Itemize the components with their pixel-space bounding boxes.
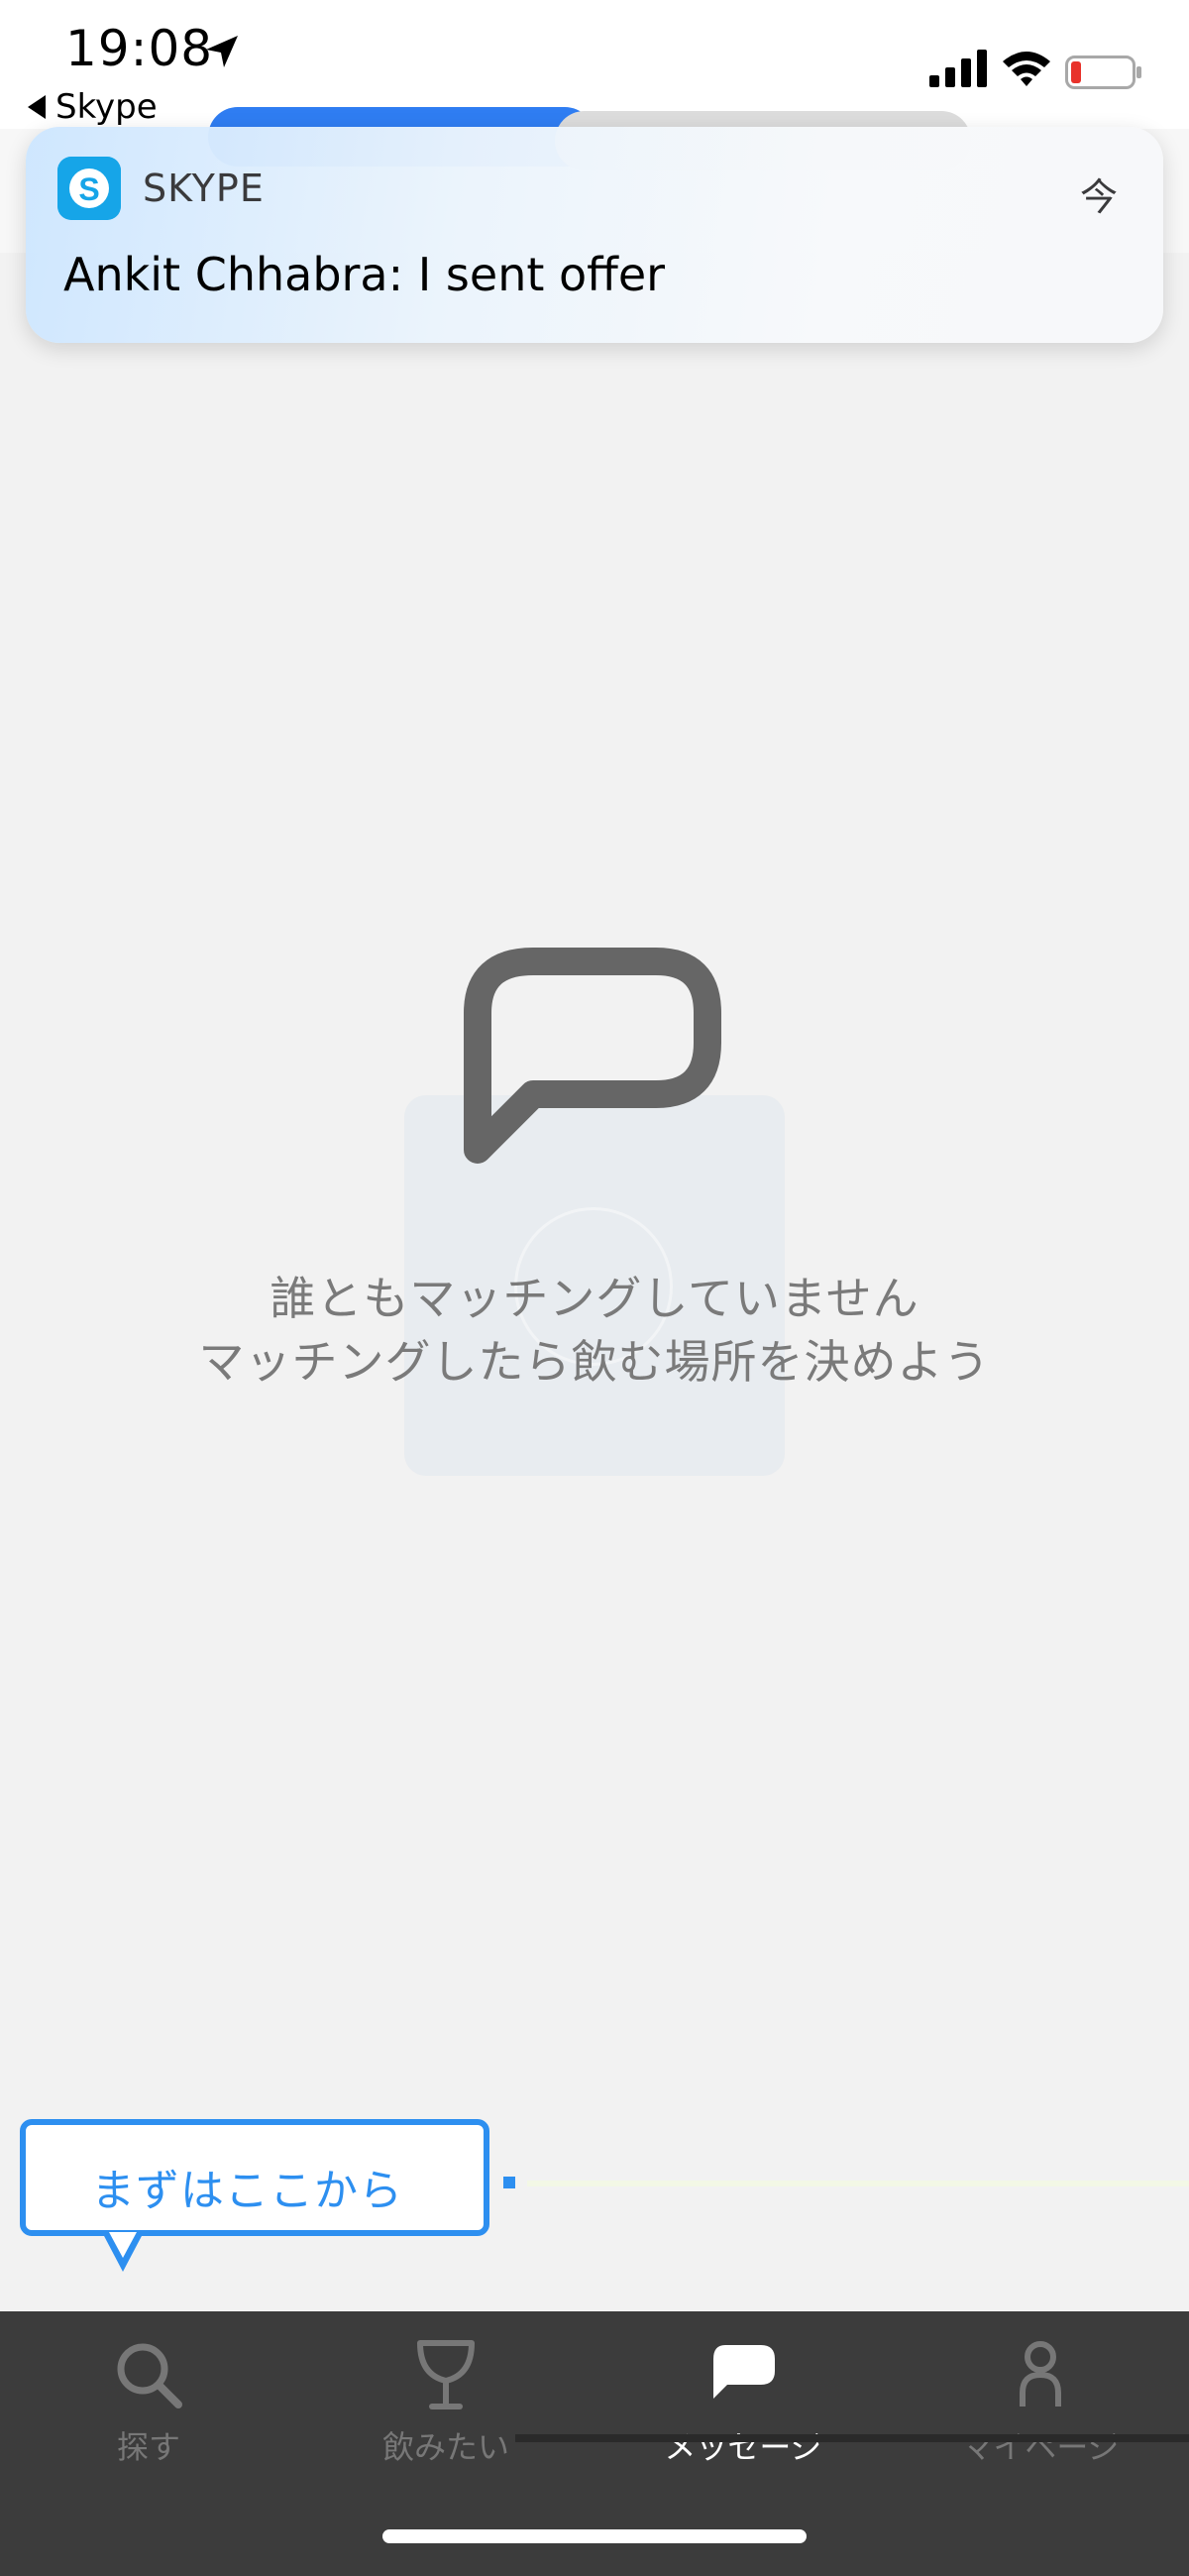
empty-state-subtitle: マッチングしたら飲む場所を決めよう [198,1335,991,1389]
cocktail-glass-icon [417,2340,475,2409]
chat-bubble-icon [464,948,721,1164]
back-triangle-icon [28,95,46,119]
guide-line [527,2181,1189,2186]
tab-label: マイページ [961,2428,1120,2466]
search-icon [117,2343,182,2408]
onboarding-tooltip[interactable]: まずはここから [20,2119,489,2236]
notification-app-name: SKYPE [143,167,265,210]
chat-bubble-icon [713,2345,775,2399]
tab-label: 飲みたい [381,2428,509,2466]
person-icon [1020,2341,1061,2407]
notification-time: 今 [1079,175,1118,219]
battery-low-icon [1065,56,1141,89]
tab-wishlist[interactable]: 飲みたい [297,2311,594,2510]
tooltip-tail-inner [109,2232,137,2258]
wifi-icon [1003,52,1050,86]
tab-messages[interactable]: メッセージ [594,2311,892,2510]
tab-search[interactable]: 探す [0,2311,297,2510]
back-to-app-button[interactable]: Skype [28,87,158,127]
tab-label: 探す [116,2428,180,2466]
push-notification[interactable]: S SKYPE 今 Ankit Chhabra: I sent offer [26,127,1163,343]
tooltip-text: まずはここから [91,2166,403,2216]
empty-state-title: 誰ともマッチングしていません [270,1272,919,1325]
tab-label: メッセージ [664,2428,822,2466]
status-bar: 19:08 Skype [0,0,1189,129]
home-indicator[interactable] [382,2529,807,2543]
skype-icon: S [57,157,121,220]
guide-dot [503,2177,515,2188]
back-app-label: Skype [55,87,158,127]
cellular-signal-icon [929,50,987,87]
tab-indicator [515,2434,1189,2442]
svg-text:S: S [78,171,99,207]
tab-mypage[interactable]: マイページ [892,2311,1189,2510]
location-arrow-icon [206,36,238,67]
status-time: 19:08 [65,20,214,77]
notification-message: Ankit Chhabra: I sent offer [63,248,666,301]
